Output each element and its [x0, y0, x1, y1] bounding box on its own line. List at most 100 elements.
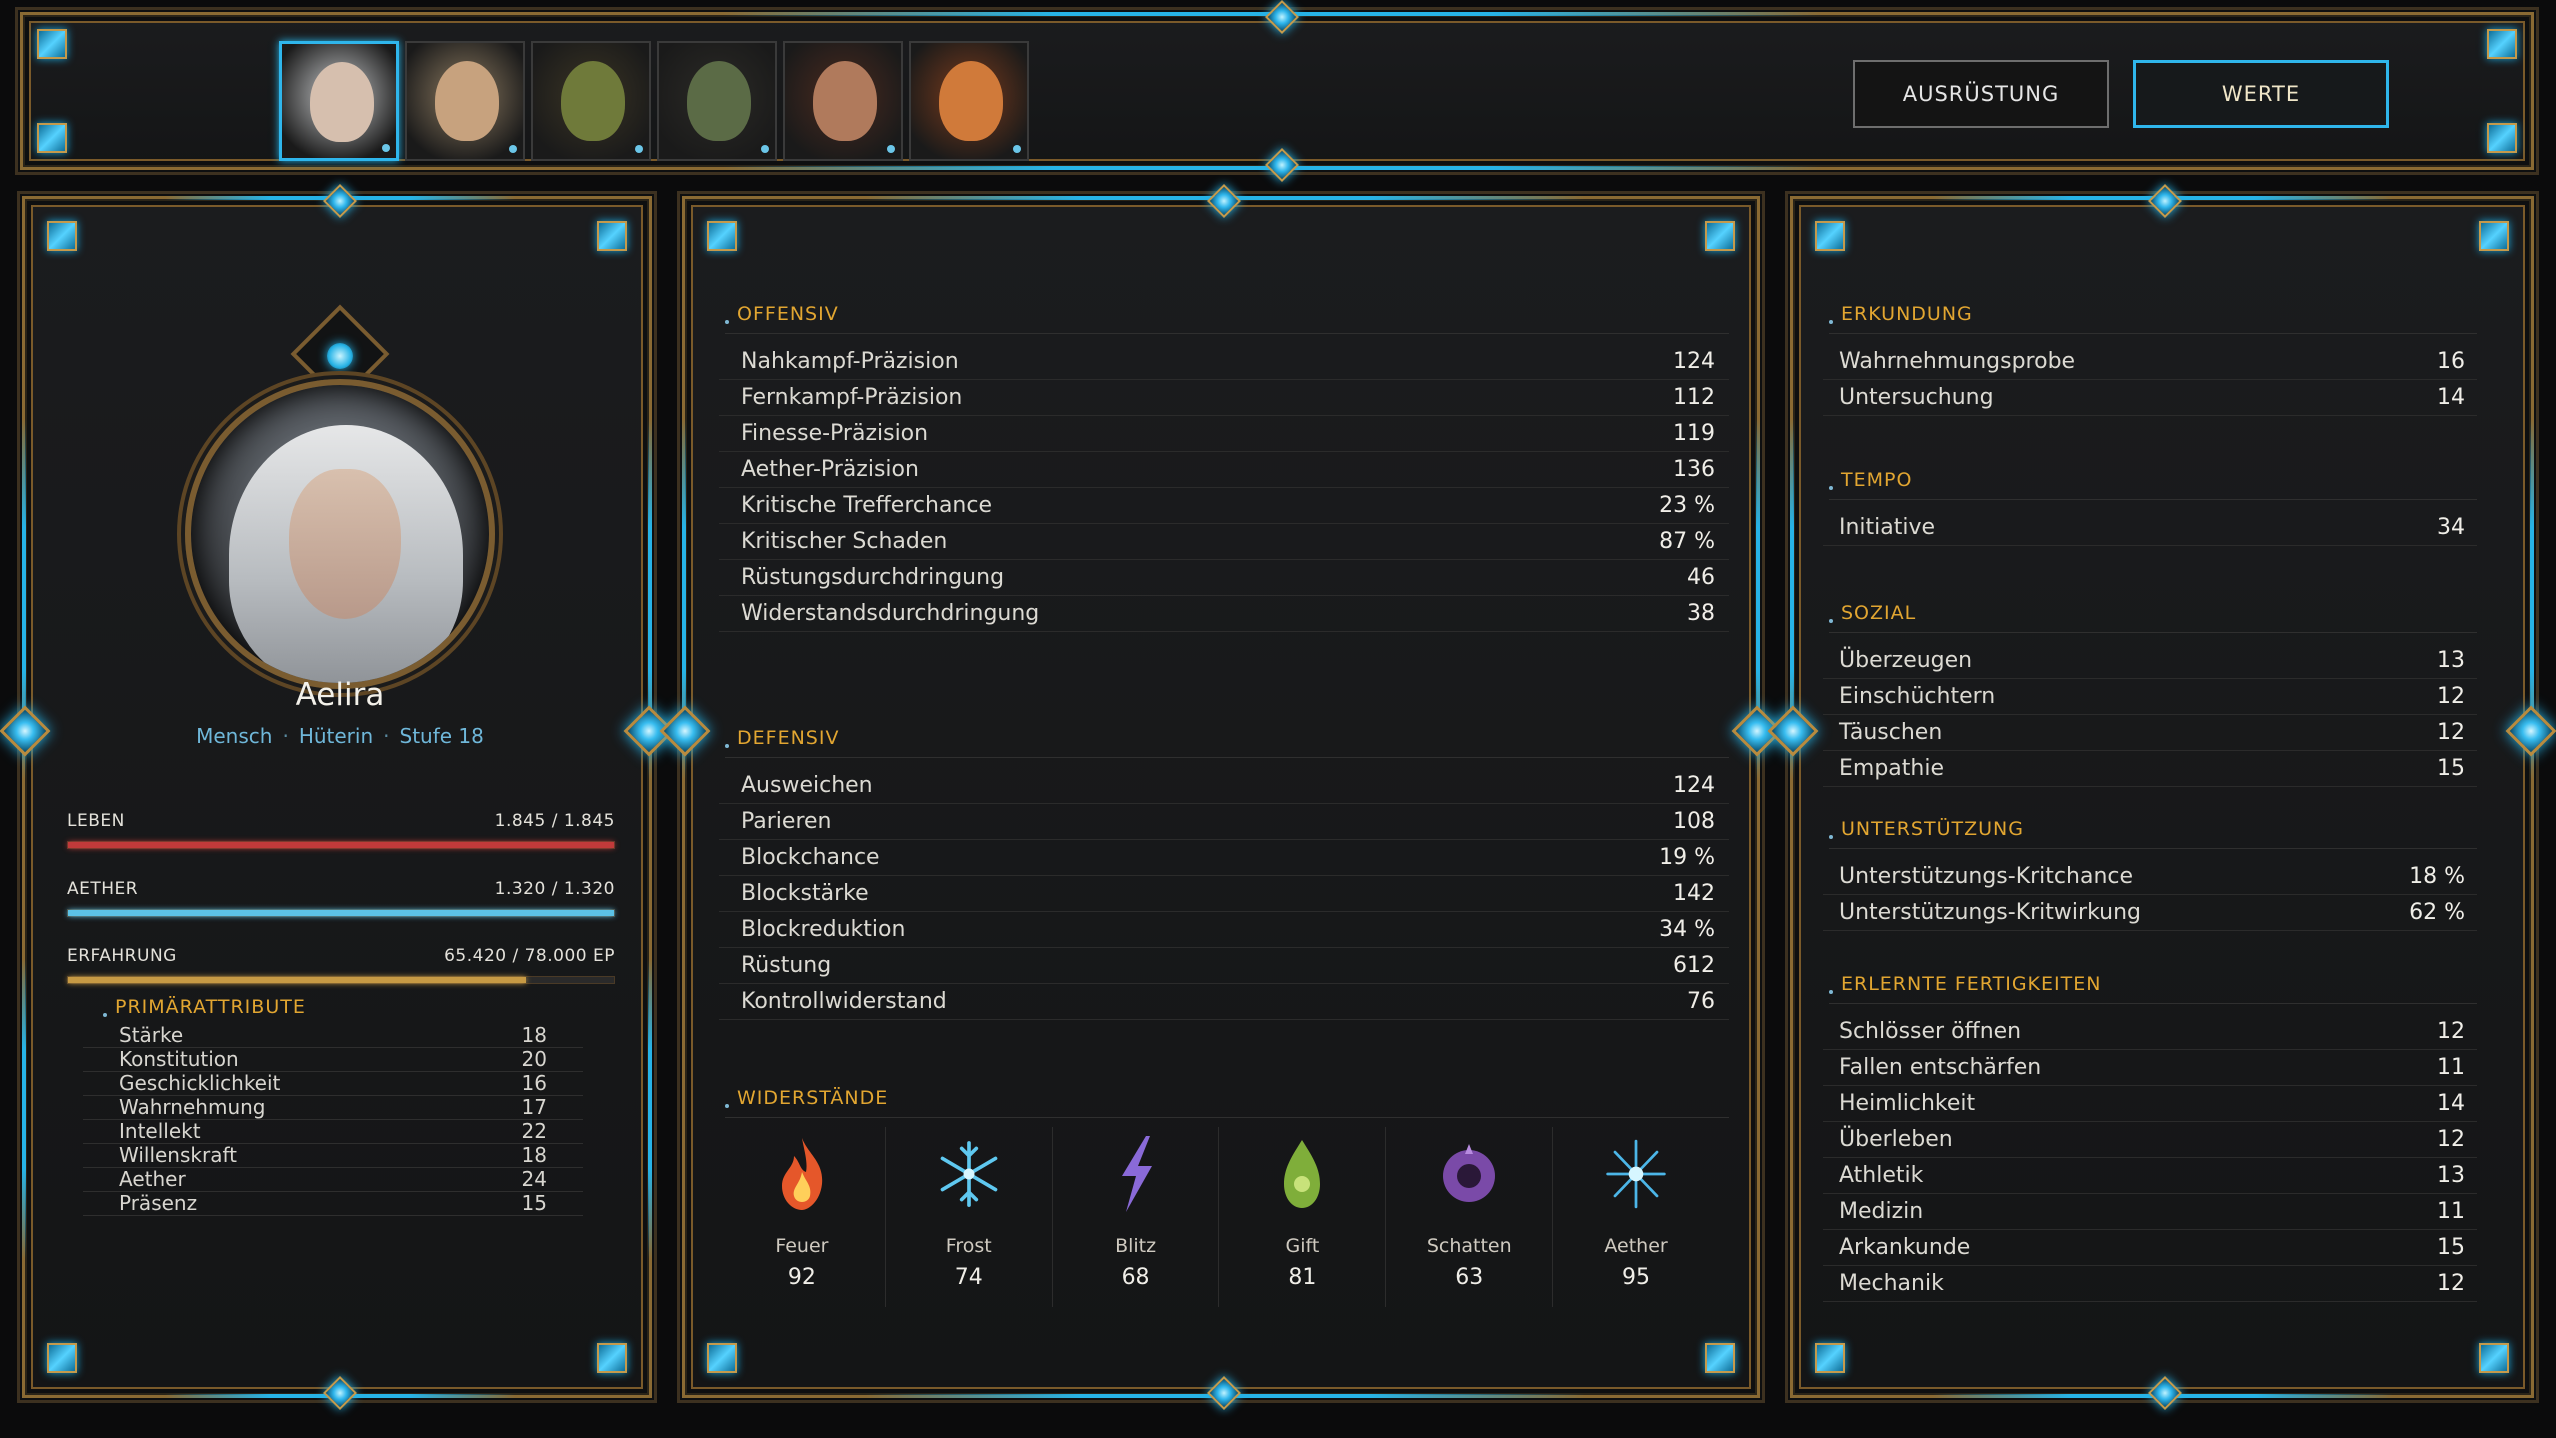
portrait-face: [813, 61, 877, 141]
corner-gem-br: [2479, 1343, 2509, 1373]
bottom-center-gem: [1265, 148, 1299, 182]
stat-row-value: 46: [1687, 565, 1715, 590]
stat-row-value: 34: [2437, 515, 2465, 540]
social-section: SOZIAL Überzeugen 13 Einschüchtern 12 Täusch…: [1823, 602, 2477, 787]
stat-row-name: Fallen entschärfen: [1839, 1055, 2042, 1080]
stat-row-value: 11: [2437, 1199, 2465, 1224]
stat-row-name: Fernkampf-Präzision: [741, 385, 963, 410]
stat-row: Kritische Trefferchance 23 %: [719, 488, 1729, 524]
defensive-list: Ausweichen 124 Parieren 108 Blockchance 19 % B…: [719, 768, 1729, 1020]
portrait-druid[interactable]: [783, 41, 903, 161]
stat-row-name: Überleben: [1839, 1127, 1953, 1152]
stat-row: Mechanik 12: [1823, 1266, 2477, 1302]
bar-track: [67, 841, 615, 849]
bar-erfahrung: ERFAHRUNG 65.420 / 78.000 EP: [67, 946, 615, 984]
bar-value: 65.420 / 78.000 EP: [444, 946, 615, 966]
resistance-gift: Gift 81: [1219, 1127, 1387, 1307]
stat-row-value: 87 %: [1659, 529, 1715, 554]
right-edge-glow-lower: [648, 959, 652, 1259]
portrait-status-dot: [761, 145, 769, 153]
resistance-value: 95: [1622, 1265, 1651, 1290]
offensive-title: OFFENSIV: [725, 303, 1729, 334]
stat-row-name: Blockstärke: [741, 881, 869, 906]
corner-gem-br: [2487, 123, 2517, 153]
portrait-status-dot: [635, 145, 643, 153]
stat-row-name: Finesse-Präzision: [741, 421, 929, 446]
stat-row-name: Arkankunde: [1839, 1235, 1971, 1260]
primary-attributes-title: PRIMÄRATTRIBUTE: [103, 996, 583, 1018]
resistance-value: 74: [954, 1265, 983, 1290]
resistance-name: Feuer: [775, 1235, 829, 1257]
tab-stats[interactable]: WERTE: [2133, 60, 2389, 128]
bar-fill: [68, 842, 614, 848]
tempo-list: Initiative 34: [1823, 510, 2477, 546]
resistance-schatten: Schatten 63: [1386, 1127, 1554, 1307]
skills-panel: ERKUNDUNG Wahrnehmungsprobe 16 Untersuchun…: [1767, 184, 2556, 1410]
attribute-row-value: 17: [521, 1095, 547, 1119]
resistance-name: Frost: [945, 1235, 992, 1257]
portrait-orc[interactable]: [657, 41, 777, 161]
support-section: UNTERSTÜTZUNG Unterstützungs-Kritchance 1…: [1823, 818, 2477, 931]
attribute-row: Willenskraft 18: [83, 1144, 583, 1168]
portrait-dwarf[interactable]: [909, 41, 1029, 161]
stat-row-value: 12: [2437, 720, 2465, 745]
resistance-name: Gift: [1285, 1235, 1320, 1257]
corner-gem-br: [1705, 1343, 1735, 1373]
portrait-aelira[interactable]: [279, 41, 399, 161]
bottom-gem: [1207, 1376, 1241, 1410]
stat-row-name: Nahkampf-Präzision: [741, 349, 959, 374]
stat-row: Rüstung 612: [719, 948, 1729, 984]
stat-row-value: 612: [1673, 953, 1715, 978]
character-meta: Mensch · Hüterin · Stufe 18: [25, 724, 655, 748]
resistances-section: WIDERSTÄNDE: [719, 1087, 1729, 1128]
tab-equipment[interactable]: AUSRÜSTUNG: [1853, 60, 2109, 128]
stat-row: Wahrnehmungsprobe 16: [1823, 344, 2477, 380]
attribute-row-name: Konstitution: [119, 1047, 239, 1071]
portrait-elf[interactable]: [405, 41, 525, 161]
defensive-section: DEFENSIV Ausweichen 124 Parieren 108 Blockch…: [719, 727, 1729, 1020]
attribute-row-value: 22: [521, 1119, 547, 1143]
stat-row: Einschüchtern 12: [1823, 679, 2477, 715]
resistance-value: 92: [787, 1265, 816, 1290]
portrait-goblin[interactable]: [531, 41, 651, 161]
portrait-status-dot: [1013, 145, 1021, 153]
corner-gem-tr: [2479, 221, 2509, 251]
stat-row: Fernkampf-Präzision 112: [719, 380, 1729, 416]
attribute-row-name: Willenskraft: [119, 1143, 237, 1167]
attribute-row-value: 18: [521, 1023, 547, 1047]
corner-gem-bl: [1815, 1343, 1845, 1373]
stat-row: Parieren 108: [719, 804, 1729, 840]
defensive-title: DEFENSIV: [725, 727, 1729, 758]
corner-gem-bl: [707, 1343, 737, 1373]
stat-row: Initiative 34: [1823, 510, 2477, 546]
tempo-title: TEMPO: [1829, 469, 2477, 500]
stat-row: Überzeugen 13: [1823, 643, 2477, 679]
stat-row-value: 136: [1673, 457, 1715, 482]
corner-gem-bl: [47, 1343, 77, 1373]
stat-row-value: 12: [2437, 1019, 2465, 1044]
resistances-title: WIDERSTÄNDE: [725, 1087, 1729, 1118]
portrait-status-dot: [382, 144, 390, 152]
character-class: Hüterin: [298, 724, 374, 748]
portrait-status-dot: [887, 145, 895, 153]
stat-row: Blockreduktion 34 %: [719, 912, 1729, 948]
attribute-row: Aether 24: [83, 1168, 583, 1192]
combat-stats-panel: OFFENSIV Nahkampf-Präzision 124 Fernkampf-…: [659, 184, 1783, 1410]
stat-row-value: 38: [1687, 601, 1715, 626]
attribute-row-value: 16: [521, 1071, 547, 1095]
stat-row-value: 11: [2437, 1055, 2465, 1080]
attribute-row-value: 15: [521, 1191, 547, 1215]
exploration-section: ERKUNDUNG Wahrnehmungsprobe 16 Untersuchun…: [1823, 303, 2477, 416]
attribute-row: Konstitution 20: [83, 1048, 583, 1072]
shadow-icon: [1437, 1133, 1501, 1215]
primary-attributes-list: Stärke 18 Konstitution 20 Geschicklichkeit 16…: [83, 1024, 583, 1216]
bar-label-row: AETHER 1.320 / 1.320: [67, 879, 615, 899]
stat-row-name: Wahrnehmungsprobe: [1839, 349, 2076, 374]
party-bar: AUSRÜSTUNG WERTE: [20, 0, 2534, 182]
offensive-list: Nahkampf-Präzision 124 Fernkampf-Präzision…: [719, 344, 1729, 632]
side-gem-left: [1767, 705, 1819, 757]
attribute-row-name: Geschicklichkeit: [119, 1071, 281, 1095]
stat-row: Empathie 15: [1823, 751, 2477, 787]
social-list: Überzeugen 13 Einschüchtern 12 Täuschen 12 Emp…: [1823, 643, 2477, 787]
bar-fill: [68, 977, 527, 983]
